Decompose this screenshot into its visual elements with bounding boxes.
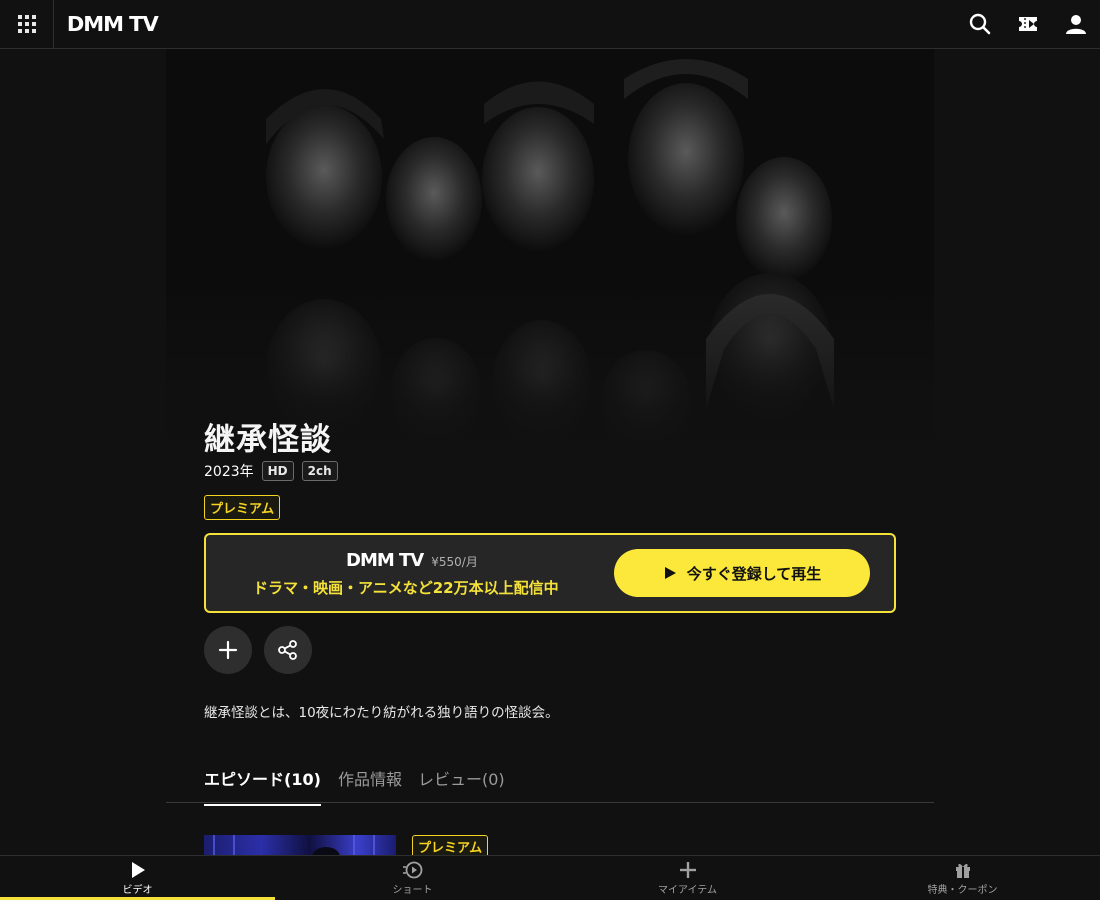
ticket-button[interactable] (1004, 0, 1052, 48)
release-year: 2023年 (204, 464, 254, 480)
play-icon (664, 567, 676, 579)
nav-my-items-label: マイアイテム (658, 885, 717, 896)
detail-tabs: エピソード(10) 作品情報 レビュー(0) (166, 760, 934, 806)
nav-video-label: ビデオ (122, 885, 153, 896)
ticket-icon (1019, 17, 1037, 31)
hd-badge: HD (261, 461, 294, 481)
promo-tagline: ドラマ・映画・アニメなど22万本以上配信中 (253, 579, 559, 597)
hero-key-art (166, 49, 934, 469)
nav-my-items[interactable]: マイアイテム (550, 856, 825, 900)
subscribe-and-play-label: 今すぐ登録して再生 (686, 564, 822, 583)
title-meta: 2023年 HD 2ch (204, 461, 338, 481)
nav-video[interactable]: ビデオ (0, 856, 275, 900)
user-icon (1066, 15, 1086, 34)
top-header: DMM TV (0, 0, 1100, 49)
hero-gradient-overlay (166, 49, 934, 469)
nav-benefits-label: 特典・クーポン (927, 885, 998, 896)
episode-thumbnail-image (213, 835, 375, 857)
subscription-promo: DMM TV ¥550/月 ドラマ・映画・アニメなど22万本以上配信中 今すぐ登… (204, 533, 896, 613)
account-button[interactable] (1052, 0, 1100, 48)
search-button[interactable] (956, 0, 1004, 48)
nav-benefits-coupons[interactable]: 特典・クーポン (825, 856, 1100, 900)
promo-header: DMM TV ¥550/月 (346, 550, 478, 571)
tab-reviews[interactable]: レビュー(0) (418, 766, 505, 804)
share-icon (278, 640, 297, 660)
nav-short-label: ショート (392, 885, 433, 896)
page-title: 継承怪談 (204, 422, 332, 458)
title-description: 継承怪談とは、10夜にわたり紡がれる独り語りの怪談会。 (204, 705, 559, 721)
dmm-tv-logo[interactable]: DMM TV (67, 12, 159, 36)
grid-menu-icon (17, 15, 36, 33)
promo-brand-logo: DMM TV (346, 550, 424, 571)
premium-badge: プレミアム (204, 495, 281, 520)
gift-icon (955, 863, 970, 878)
add-to-my-list-button[interactable] (204, 626, 252, 674)
share-button[interactable] (264, 626, 312, 674)
bottom-navigation: ビデオ ショート マイアイテム 特典・クーポン (0, 855, 1100, 900)
promo-price: ¥550/月 (431, 555, 478, 569)
tab-work-info[interactable]: 作品情報 (338, 766, 402, 804)
short-play-icon (402, 861, 422, 879)
search-icon (969, 13, 991, 35)
nav-short[interactable]: ショート (275, 856, 550, 900)
audio-channel-badge: 2ch (301, 461, 338, 481)
play-icon (131, 862, 145, 878)
grid-menu-button[interactable] (0, 0, 54, 48)
episode-thumbnail[interactable] (204, 835, 396, 857)
plus-icon (679, 862, 696, 878)
plus-icon (218, 640, 238, 660)
tab-episodes[interactable]: エピソード(10) (204, 766, 321, 806)
subscribe-and-play-button[interactable]: 今すぐ登録して再生 (614, 549, 870, 597)
